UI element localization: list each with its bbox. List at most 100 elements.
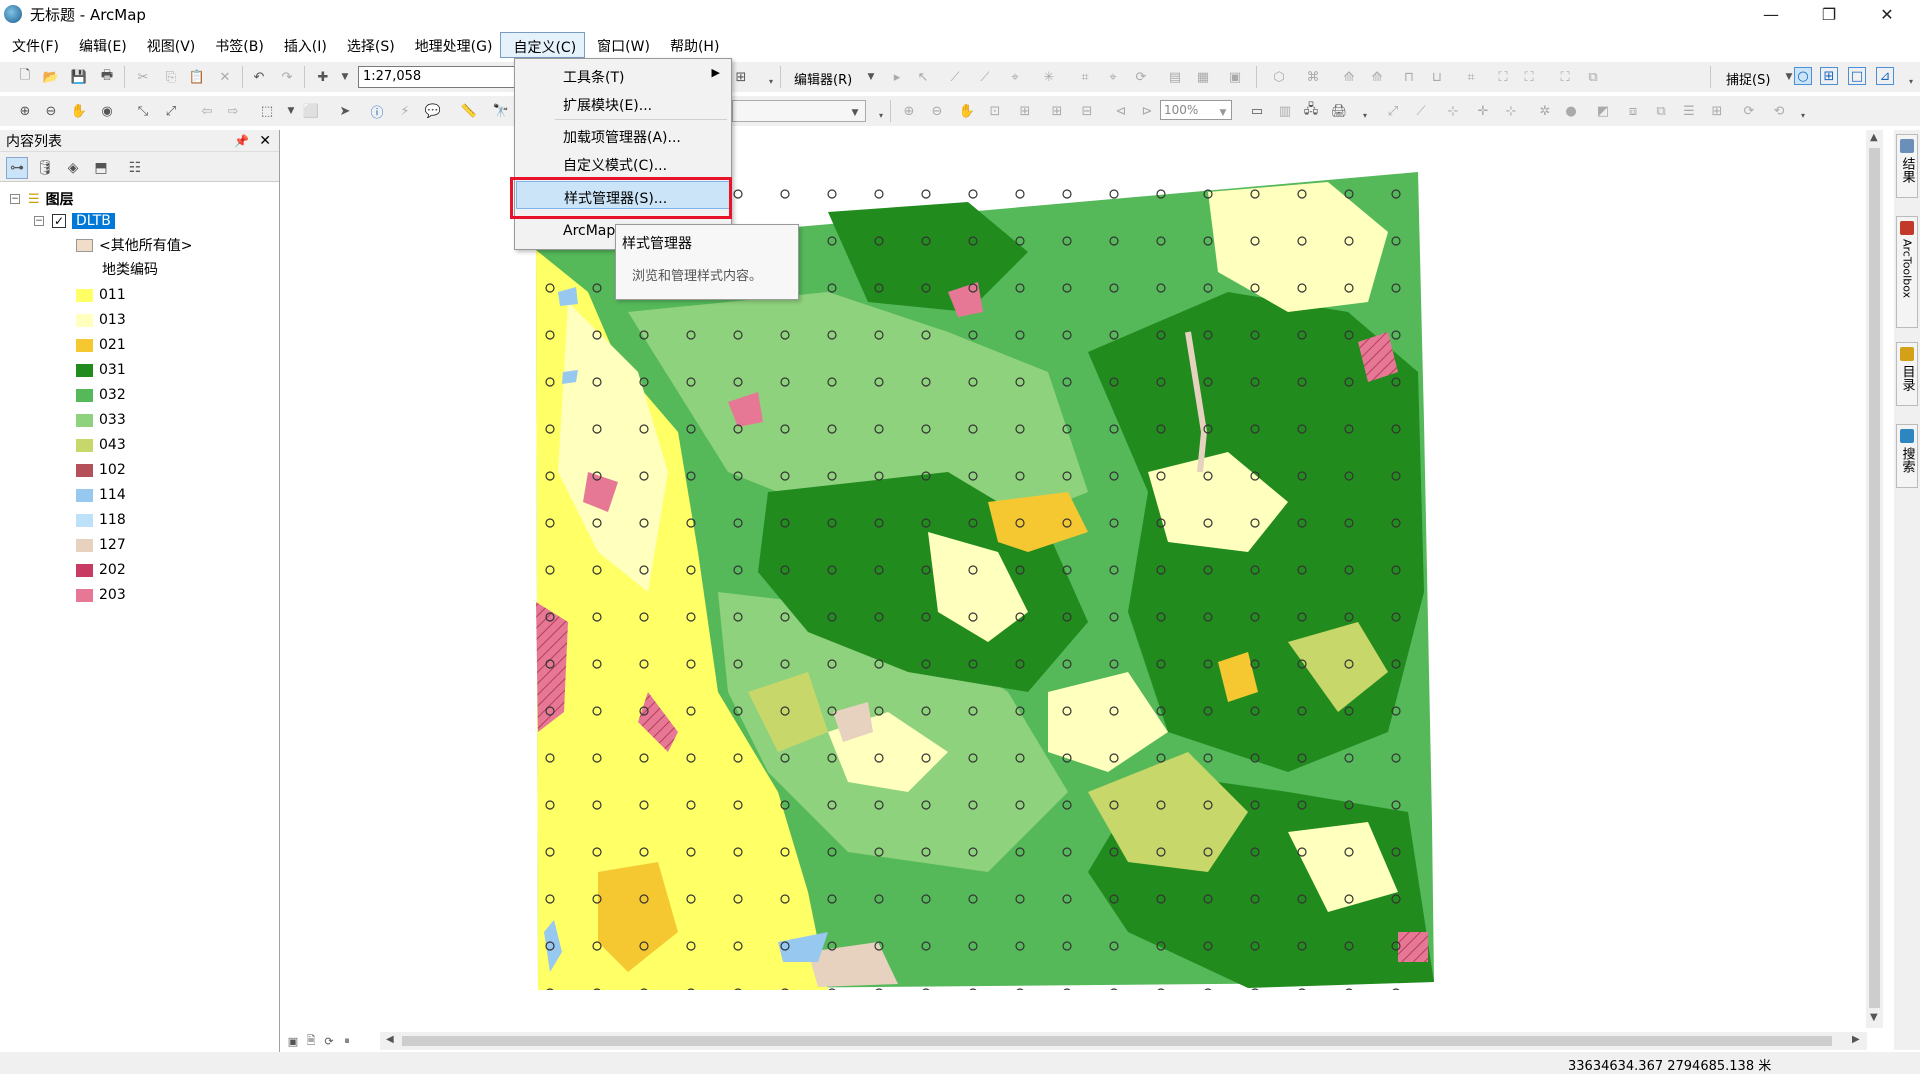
draw-rect-icon[interactable]: ⤢ xyxy=(1384,102,1402,120)
zoom-combo-arrow-icon[interactable]: ▼ xyxy=(1214,104,1232,122)
menu-item-5[interactable]: 选择(S) xyxy=(335,32,403,58)
legend-swatch[interactable] xyxy=(76,288,93,302)
legend-swatch[interactable] xyxy=(76,538,93,552)
legend-item[interactable]: 013 xyxy=(76,309,126,331)
dltb-visibility-checkbox[interactable]: ✓ xyxy=(52,214,66,228)
legend-swatch[interactable] xyxy=(76,463,93,477)
vertex-snapping-icon[interactable]: □ xyxy=(1848,67,1866,85)
topology-edit-icon[interactable]: ⌘ xyxy=(1304,68,1322,86)
menu-item-2[interactable]: 视图(V) xyxy=(135,32,204,58)
copy-icon[interactable]: ⎘ xyxy=(162,68,180,86)
toolbar4-overflow-icon[interactable]: ▾ xyxy=(1794,106,1812,124)
html-popup-icon[interactable]: 💬 xyxy=(424,102,442,120)
reshape-icon[interactable]: ✳ xyxy=(1040,68,1058,86)
validate-icon[interactable]: ⟰ xyxy=(1340,68,1358,86)
vertical-scrollbar[interactable]: ▲ ▼ xyxy=(1866,130,1883,1028)
legend-item[interactable]: 011 xyxy=(76,284,126,306)
restore-button[interactable]: ❐ xyxy=(1800,0,1858,28)
horizontal-scroll-thumb[interactable] xyxy=(402,1036,1832,1046)
menu-item-8[interactable]: 窗口(W) xyxy=(585,32,658,58)
search-tab[interactable]: 搜索 xyxy=(1896,424,1918,488)
add-data-icon[interactable]: ✚ xyxy=(314,68,332,86)
select-dropdown-icon[interactable]: ▼ xyxy=(282,102,300,120)
delete-icon[interactable]: ✕ xyxy=(216,68,234,86)
attributes-icon[interactable]: ▤ xyxy=(1166,68,1184,86)
toolbar3-overflow-icon[interactable]: ▾ xyxy=(1356,106,1374,124)
focus-frame-icon[interactable]: ▥ xyxy=(1276,102,1294,120)
georef-rotate-icon[interactable]: ⊹ xyxy=(1502,102,1520,120)
zoom-100-icon[interactable]: ⊞ xyxy=(1016,102,1034,120)
toggle-draft-icon[interactable]: ▭ xyxy=(1248,102,1266,120)
select-features-icon[interactable]: ⬚ xyxy=(258,102,276,120)
legend-swatch[interactable] xyxy=(76,588,93,602)
menu-item-6[interactable]: 地理处理(G) xyxy=(403,32,501,58)
dltb-layer-name[interactable]: DLTB xyxy=(72,213,115,229)
edit-tool-icon[interactable]: ▸ xyxy=(888,68,906,86)
select-elements-icon[interactable]: ➤ xyxy=(336,102,354,120)
menu-item-9[interactable]: 帮助(H) xyxy=(658,32,727,58)
layout-fixed-in-icon[interactable]: ⊞ xyxy=(1048,102,1066,120)
globe-icon[interactable]: ● xyxy=(1562,102,1580,120)
legend-item[interactable]: 203 xyxy=(76,584,126,606)
clear-selection-icon[interactable]: ⬜ xyxy=(302,102,320,120)
effects-icon[interactable]: ◩ xyxy=(1594,102,1612,120)
save-icon[interactable]: 💾 xyxy=(70,68,88,86)
scroll-left-icon[interactable]: ◀ xyxy=(386,1034,394,1045)
toolbar2-overflow-icon[interactable]: ▾ xyxy=(872,106,890,124)
pan-icon[interactable]: ✋ xyxy=(70,102,88,120)
georef-icon[interactable]: ⛶ xyxy=(1494,68,1512,86)
full-extent-icon[interactable]: ◉ xyxy=(98,102,116,120)
print-icon[interactable]: 🖶 xyxy=(98,68,116,86)
cut-polygon-icon[interactable]: ⌗ xyxy=(1076,68,1094,86)
menu-item-4[interactable]: 插入(I) xyxy=(272,32,335,58)
flicker-icon[interactable]: ⧉ xyxy=(1652,102,1670,120)
editor-menu-label[interactable]: 编辑器(R) xyxy=(794,69,852,88)
topology-icon[interactable]: ⬡ xyxy=(1270,68,1288,86)
legend-item[interactable]: 031 xyxy=(76,359,126,381)
legend-swatch[interactable] xyxy=(76,313,93,327)
layer-swipe-icon[interactable]: ⧉ xyxy=(1584,68,1602,86)
toc-options-icon[interactable]: ☷ xyxy=(124,157,146,179)
layout-zoom-in-icon[interactable]: ⊕ xyxy=(900,102,918,120)
identify-icon[interactable]: ⓘ xyxy=(368,102,386,121)
georef-move-icon[interactable]: ✛ xyxy=(1474,102,1492,120)
toolbars-menu-item[interactable]: 工具条(T) ▶ xyxy=(516,61,730,89)
transparency-icon[interactable]: ☰ xyxy=(1680,102,1698,120)
draw-line-icon[interactable]: ⟋ xyxy=(1412,102,1430,120)
contrast-icon[interactable]: ⊞ xyxy=(1708,102,1726,120)
layout-pan-icon[interactable]: ✋ xyxy=(958,102,976,120)
legend-item[interactable]: 127 xyxy=(76,534,126,556)
end-snapping-icon[interactable]: ⊞ xyxy=(1820,67,1838,85)
layout-zoom-out-icon[interactable]: ⊖ xyxy=(928,102,946,120)
menu-item-3[interactable]: 书签(B) xyxy=(203,32,272,58)
data-view-icon[interactable]: ▣ xyxy=(286,1034,300,1048)
legend-swatch[interactable] xyxy=(76,338,93,352)
legend-item[interactable]: 202 xyxy=(76,559,126,581)
undo-icon[interactable]: ↶ xyxy=(250,68,268,86)
close-icon[interactable]: ✕ xyxy=(259,133,271,149)
legend-swatch[interactable] xyxy=(76,488,93,502)
fixed-zoom-out-icon[interactable]: ⤢ xyxy=(162,102,180,120)
legend-swatch[interactable] xyxy=(76,438,93,452)
editor-dropdown-icon[interactable]: ▼ xyxy=(862,68,880,86)
layer-combo-arrow-icon[interactable]: ▼ xyxy=(846,104,864,122)
layout-back-icon[interactable]: ⊲ xyxy=(1112,102,1130,120)
extensions-menu-item[interactable]: 扩展模块(E)... xyxy=(516,89,730,117)
zoom-whole-page-icon[interactable]: ⊡ xyxy=(986,102,1004,120)
animation-icon[interactable]: ⟳ xyxy=(1740,102,1758,120)
legend-item[interactable]: 118 xyxy=(76,509,126,531)
animation-play-icon[interactable]: ⟲ xyxy=(1770,102,1788,120)
legend-item[interactable]: 033 xyxy=(76,409,126,431)
vertical-scroll-thumb[interactable] xyxy=(1869,148,1880,1008)
menu-item-7[interactable]: 自定义(C) xyxy=(500,32,586,58)
create-features-icon[interactable]: ▣ xyxy=(1226,68,1244,86)
edit-vertices-icon[interactable]: ⌖ xyxy=(1006,68,1024,86)
refresh-view-icon[interactable]: ⟳ xyxy=(322,1034,336,1048)
link-table-icon[interactable]: ⛶ xyxy=(1520,68,1538,86)
zoom-in-icon[interactable]: ⊕ xyxy=(16,102,34,120)
horizontal-scrollbar[interactable]: ◀ ▶ xyxy=(380,1032,1867,1050)
cut-icon[interactable]: ✂ xyxy=(134,68,152,86)
forward-extent-icon[interactable]: ⇨ xyxy=(224,102,242,120)
scroll-right-icon[interactable]: ▶ xyxy=(1852,1034,1860,1045)
hyperlink-icon[interactable]: ⚡ xyxy=(396,102,414,120)
